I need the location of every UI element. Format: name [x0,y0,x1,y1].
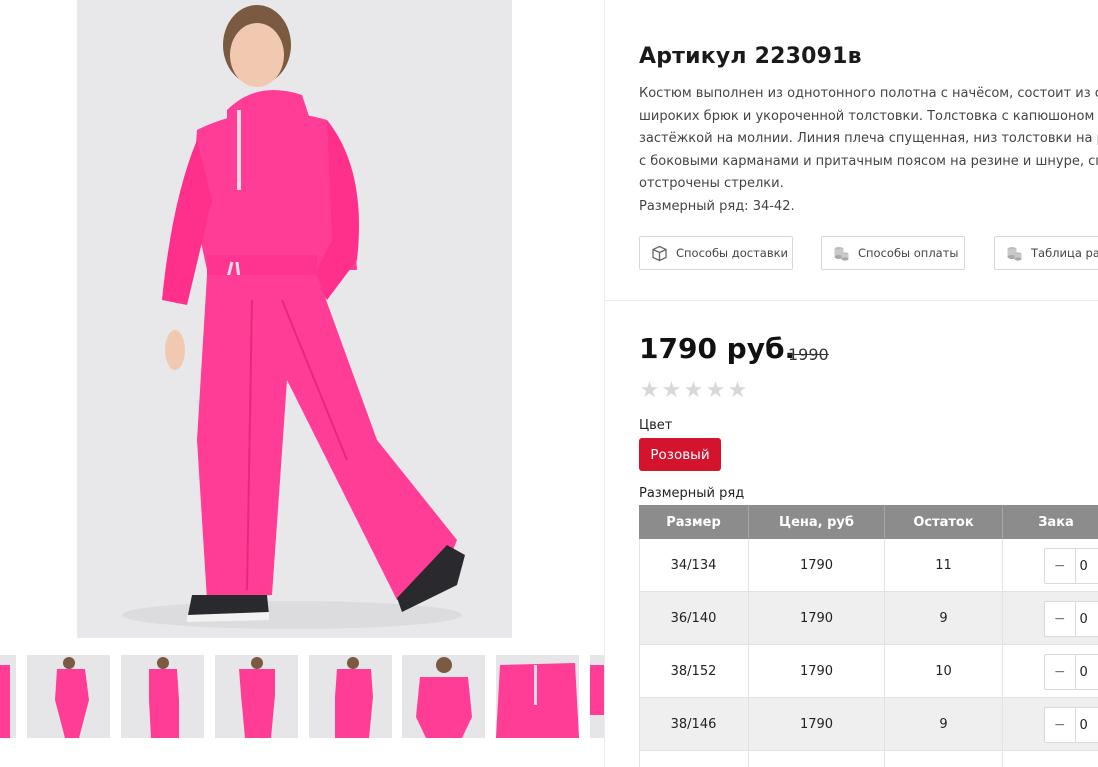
cell-price: 1790 [749,539,885,591]
star-icon[interactable]: ★ [639,380,660,402]
thumbnail[interactable] [402,655,485,738]
cell-size: 34/134 [639,539,749,591]
cell-size: 36/140 [639,592,749,644]
description-line: широких брюк и укороченной толстовки. То… [639,108,1098,124]
star-icon[interactable]: ★ [705,380,726,402]
box-icon [652,245,667,261]
main-product-photo[interactable] [77,0,512,638]
product-page: Артикул 223091в Костюм выполнен из однот… [0,0,1098,767]
product-gallery [0,0,604,767]
cell-stock [885,751,1003,767]
thumbnail-strip [0,655,604,738]
decrement-button[interactable]: − [1045,549,1076,583]
color-label: Цвет [639,418,673,433]
header-size: Размер [639,505,749,539]
coins-icon [1007,246,1022,261]
cell-price: 1790 [749,698,885,750]
delivery-methods-label: Способы доставки [676,246,789,260]
table-row: 36/140 1790 9 − 0 [639,592,1098,645]
color-option-pink[interactable]: Розовый [639,438,721,471]
thumbnail[interactable] [121,655,204,738]
thumbnail[interactable] [215,655,298,738]
decrement-button[interactable]: − [1045,602,1076,636]
cell-size: 38/152 [639,645,749,697]
size-chart-button[interactable]: Таблица раз [994,236,1098,270]
decrement-button[interactable]: − [1045,655,1076,689]
payment-methods-button[interactable]: Способы оплаты [821,236,965,270]
cell-size: 38/146 [639,698,749,750]
cell-price [749,751,885,767]
cell-stock: 10 [885,645,1003,697]
rating-stars[interactable]: ★ ★ ★ ★ ★ [639,380,748,402]
quantity-input[interactable]: 0 [1076,602,1098,636]
description-line: застёжкой на молнии. Линия плеча спущенн… [639,131,1098,146]
thumbnail[interactable] [309,655,392,738]
payment-methods-label: Способы оплаты [858,246,959,260]
star-icon[interactable]: ★ [661,380,682,402]
old-price: 1990 [788,345,829,364]
product-info: Артикул 223091в Костюм выполнен из однот… [639,0,1098,767]
cell-stock: 11 [885,539,1003,591]
delivery-methods-button[interactable]: Способы доставки [639,236,793,270]
product-description: Костюм выполнен из однотонного полотна с… [639,83,1098,218]
star-icon[interactable]: ★ [683,380,704,402]
quantity-stepper: − 0 [1044,548,1098,584]
quantity-stepper: − 0 [1044,654,1098,690]
thumbnail[interactable] [590,655,604,738]
column-divider [604,0,605,767]
cell-stock: 9 [885,592,1003,644]
table-row: 38/152 1790 10 − 0 [639,645,1098,698]
quantity-stepper: − 0 [1044,707,1098,743]
size-range-label: Размерный ряд [639,486,745,501]
star-icon[interactable]: ★ [727,380,748,402]
table-row: 38/146 1790 9 − 0 [639,698,1098,751]
table-row-partial [639,751,1098,767]
cell-stock: 9 [885,698,1003,750]
description-line: отстрочены стрелки. [639,176,784,191]
thumbnail[interactable] [27,655,110,738]
product-title: Артикул 223091в [639,44,862,69]
description-line: Размерный ряд: 34-42. [639,198,795,214]
quantity-input[interactable]: 0 [1076,708,1098,742]
quantity-input[interactable]: 0 [1076,549,1098,583]
description-line: Костюм выполнен из однотонного полотна с… [639,86,1098,101]
thumbnail[interactable] [0,655,16,738]
quantity-stepper: − 0 [1044,601,1098,637]
cell-price: 1790 [749,592,885,644]
decrement-button[interactable]: − [1045,708,1076,742]
size-table-header: Размер Цена, руб Остаток Зака [639,505,1098,539]
quantity-input[interactable]: 0 [1076,655,1098,689]
size-chart-label: Таблица раз [1031,246,1098,260]
thumbnail[interactable] [496,655,579,738]
description-line: с боковыми карманами и притачным поясом … [639,153,1098,169]
coins-icon [834,246,849,261]
cell-price: 1790 [749,645,885,697]
current-price: 1790 руб. [639,332,796,365]
header-order: Зака [1038,514,1074,530]
cell-size [639,751,749,767]
header-price: Цена, руб [749,505,885,539]
header-stock: Остаток [885,505,1003,539]
table-row: 34/134 1790 11 − 0 [639,539,1098,592]
